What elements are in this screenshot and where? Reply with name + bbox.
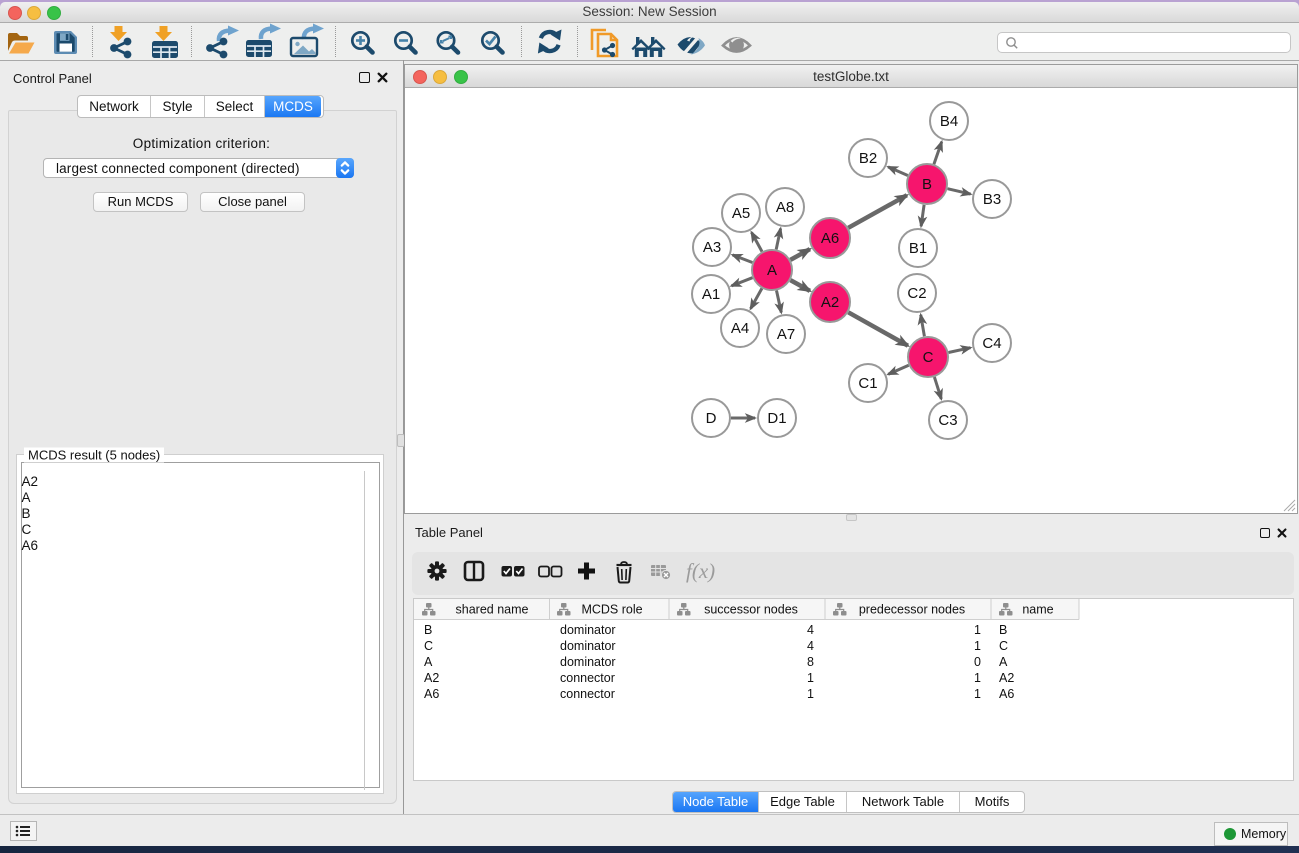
svg-text:A2: A2 xyxy=(821,294,839,311)
svg-text:A8: A8 xyxy=(776,199,794,216)
svg-text:dominator: dominator xyxy=(560,639,616,653)
svg-text:0: 0 xyxy=(974,655,981,669)
svg-text:4: 4 xyxy=(807,623,814,637)
svg-text:dominator: dominator xyxy=(560,655,616,669)
svg-text:1: 1 xyxy=(974,639,981,653)
svg-text:A4: A4 xyxy=(731,320,749,337)
svg-text:shared name: shared name xyxy=(456,603,529,617)
svg-text:A6: A6 xyxy=(821,230,839,247)
svg-text:A2: A2 xyxy=(999,671,1014,685)
svg-text:name: name xyxy=(1022,603,1053,617)
svg-text:B2: B2 xyxy=(859,150,877,167)
svg-text:B3: B3 xyxy=(983,191,1001,208)
svg-text:A7: A7 xyxy=(777,326,795,343)
svg-text:connector: connector xyxy=(560,671,615,685)
svg-text:4: 4 xyxy=(807,639,814,653)
svg-text:B4: B4 xyxy=(940,113,958,130)
svg-text:MCDS role: MCDS role xyxy=(581,603,642,617)
svg-text:B1: B1 xyxy=(909,240,927,257)
svg-text:A5: A5 xyxy=(732,205,750,222)
svg-text:D1: D1 xyxy=(767,410,786,427)
svg-text:C4: C4 xyxy=(982,335,1001,352)
svg-text:1: 1 xyxy=(807,687,814,701)
svg-text:predecessor nodes: predecessor nodes xyxy=(859,603,965,617)
svg-text:C2: C2 xyxy=(907,285,926,302)
svg-text:connector: connector xyxy=(560,687,615,701)
svg-text:A6: A6 xyxy=(424,687,439,701)
svg-text:1: 1 xyxy=(974,671,981,685)
svg-text:C: C xyxy=(424,639,433,653)
svg-text:C1: C1 xyxy=(858,375,877,392)
svg-text:A2: A2 xyxy=(424,671,439,685)
svg-text:A: A xyxy=(999,655,1008,669)
svg-text:dominator: dominator xyxy=(560,623,616,637)
svg-text:C: C xyxy=(999,639,1008,653)
svg-text:A3: A3 xyxy=(703,239,721,256)
svg-text:A1: A1 xyxy=(702,286,720,303)
svg-text:1: 1 xyxy=(807,671,814,685)
svg-text:B: B xyxy=(922,176,932,193)
svg-text:B: B xyxy=(999,623,1007,637)
svg-text:C3: C3 xyxy=(938,412,957,429)
svg-text:A: A xyxy=(424,655,433,669)
svg-text:C: C xyxy=(923,349,934,366)
svg-text:A: A xyxy=(767,262,777,279)
svg-text:8: 8 xyxy=(807,655,814,669)
svg-text:D: D xyxy=(706,410,717,427)
svg-text:B: B xyxy=(424,623,432,637)
svg-text:f(x): f(x) xyxy=(686,559,715,583)
svg-text:1: 1 xyxy=(974,687,981,701)
svg-text:successor nodes: successor nodes xyxy=(704,603,798,617)
svg-text:1: 1 xyxy=(974,623,981,637)
svg-text:A6: A6 xyxy=(999,687,1014,701)
